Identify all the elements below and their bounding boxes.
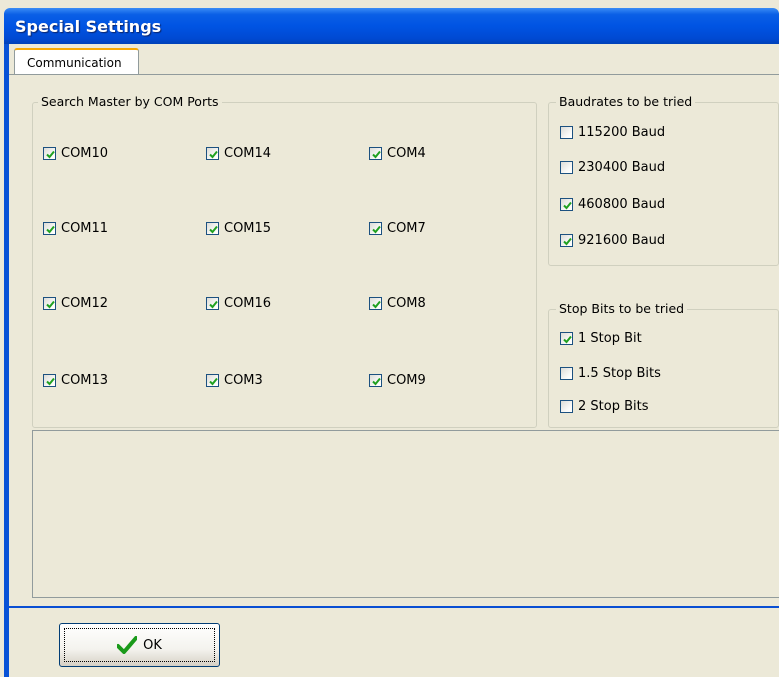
com-checkbox-com7[interactable]: COM7 bbox=[369, 221, 426, 236]
com-checkbox-com11[interactable]: COM11 bbox=[43, 221, 108, 236]
checkbox-label: COM11 bbox=[61, 221, 109, 236]
checkbox-box[interactable] bbox=[560, 234, 573, 247]
checkbox-box[interactable] bbox=[560, 126, 573, 139]
com-checkbox-com12[interactable]: COM12 bbox=[43, 296, 108, 311]
checkbox-label: 460800 Baud bbox=[578, 197, 666, 212]
stop-bits-checkbox-1[interactable]: 1.5 Stop Bits bbox=[560, 366, 661, 381]
checkmark-icon bbox=[563, 335, 572, 344]
checkbox-label: 115200 Baud bbox=[578, 125, 666, 140]
checkbox-box[interactable] bbox=[43, 374, 56, 387]
checkmark-icon bbox=[46, 225, 55, 234]
checkbox-label: COM12 bbox=[61, 296, 109, 311]
com-checkbox-com14[interactable]: COM14 bbox=[206, 146, 271, 161]
checkbox-box[interactable] bbox=[369, 374, 382, 387]
tab-communication[interactable]: Communication bbox=[14, 48, 139, 74]
checkmark-icon bbox=[209, 225, 218, 234]
checkbox-label: COM8 bbox=[387, 296, 426, 311]
checkmark-icon bbox=[372, 225, 381, 234]
checkmark-icon bbox=[372, 377, 381, 386]
checkbox-label: COM7 bbox=[387, 221, 426, 236]
com-ports-group-label: Search Master by COM Ports bbox=[38, 94, 222, 109]
ok-button[interactable]: OK bbox=[59, 623, 220, 667]
stop-bits-group-label: Stop Bits to be tried bbox=[556, 301, 688, 316]
com-checkbox-com3[interactable]: COM3 bbox=[206, 373, 263, 388]
com-checkbox-com9[interactable]: COM9 bbox=[369, 373, 426, 388]
checkmark-icon bbox=[563, 201, 572, 210]
checkbox-box[interactable] bbox=[206, 147, 219, 160]
ok-button-label: OK bbox=[143, 637, 162, 653]
checkmark-icon bbox=[46, 150, 55, 159]
checkbox-label: COM13 bbox=[61, 373, 109, 388]
com-checkbox-com8[interactable]: COM8 bbox=[369, 296, 426, 311]
checkbox-label: COM16 bbox=[224, 296, 272, 311]
com-checkbox-com15[interactable]: COM15 bbox=[206, 221, 271, 236]
checkmark-icon bbox=[563, 237, 572, 246]
checkbox-box[interactable] bbox=[560, 367, 573, 380]
special-settings-window: Special Settings Communication Search Ma… bbox=[0, 0, 779, 677]
window-frame-left-bottom bbox=[4, 606, 9, 677]
baud-checkbox-2[interactable]: 460800 Baud bbox=[560, 197, 665, 212]
checkbox-label: 1 Stop Bit bbox=[578, 331, 642, 346]
stop-bits-checkbox-2[interactable]: 2 Stop Bits bbox=[560, 399, 649, 414]
checkbox-box[interactable] bbox=[369, 297, 382, 310]
baudrates-group-label: Baudrates to be tried bbox=[556, 94, 696, 109]
com-checkbox-com16[interactable]: COM16 bbox=[206, 296, 271, 311]
checkbox-box[interactable] bbox=[560, 198, 573, 211]
checkmark-icon bbox=[209, 150, 218, 159]
baud-checkbox-1[interactable]: 230400 Baud bbox=[560, 160, 665, 175]
checkbox-label: COM4 bbox=[387, 146, 426, 161]
window-title: Special Settings bbox=[15, 17, 162, 36]
title-bar[interactable]: Special Settings bbox=[4, 8, 779, 44]
checkbox-label: COM10 bbox=[61, 146, 109, 161]
checkmark-icon bbox=[209, 300, 218, 309]
checkbox-box[interactable] bbox=[560, 161, 573, 174]
checkmark-icon bbox=[209, 377, 218, 386]
checkbox-label: COM9 bbox=[387, 373, 426, 388]
checkmark-icon bbox=[372, 150, 381, 159]
com-checkbox-com13[interactable]: COM13 bbox=[43, 373, 108, 388]
checkbox-label: 230400 Baud bbox=[578, 160, 666, 175]
checkbox-box[interactable] bbox=[560, 400, 573, 413]
checkbox-box[interactable] bbox=[560, 332, 573, 345]
checkmark-icon bbox=[46, 377, 55, 386]
checkbox-box[interactable] bbox=[206, 297, 219, 310]
stop-bits-checkbox-0[interactable]: 1 Stop Bit bbox=[560, 331, 642, 346]
tab-communication-label: Communication bbox=[27, 56, 122, 70]
com-checkbox-com10[interactable]: COM10 bbox=[43, 146, 108, 161]
checkbox-label: 921600 Baud bbox=[578, 233, 666, 248]
empty-panel bbox=[32, 430, 779, 598]
baud-checkbox-0[interactable]: 115200 Baud bbox=[560, 125, 665, 140]
checkmark-icon bbox=[117, 636, 138, 654]
checkbox-box[interactable] bbox=[206, 222, 219, 235]
checkbox-box[interactable] bbox=[43, 297, 56, 310]
checkbox-box[interactable] bbox=[43, 147, 56, 160]
checkbox-label: COM15 bbox=[224, 221, 272, 236]
com-checkbox-com4[interactable]: COM4 bbox=[369, 146, 426, 161]
checkbox-label: 2 Stop Bits bbox=[578, 399, 649, 414]
checkmark-icon bbox=[372, 300, 381, 309]
checkmark-icon bbox=[46, 300, 55, 309]
checkbox-label: COM3 bbox=[224, 373, 263, 388]
checkbox-label: 1.5 Stop Bits bbox=[578, 366, 661, 381]
checkbox-box[interactable] bbox=[206, 374, 219, 387]
checkbox-label: COM14 bbox=[224, 146, 272, 161]
checkbox-box[interactable] bbox=[43, 222, 56, 235]
baud-checkbox-3[interactable]: 921600 Baud bbox=[560, 233, 665, 248]
checkbox-box[interactable] bbox=[369, 147, 382, 160]
checkbox-box[interactable] bbox=[369, 222, 382, 235]
